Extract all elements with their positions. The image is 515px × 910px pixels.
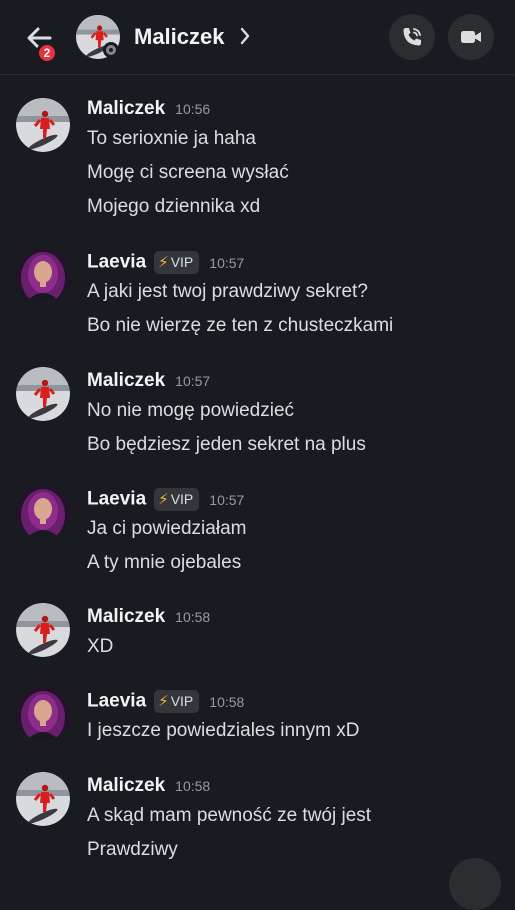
video-camera-icon — [461, 31, 481, 43]
message-line: Mojego dziennika xd — [87, 196, 261, 217]
author-name[interactable]: Laevia — [87, 489, 146, 510]
unread-badge: 2 — [36, 42, 58, 64]
avatar[interactable] — [16, 772, 70, 826]
avatar[interactable] — [16, 98, 70, 152]
offline-status-icon — [103, 42, 119, 58]
message-line: Mogę ci screena wysłać — [87, 162, 289, 183]
timestamp: 10:58 — [175, 778, 211, 794]
message-line: XD — [87, 636, 114, 657]
message-line: Prawdziwy — [87, 839, 178, 860]
message-header: Maliczek 10:57 — [87, 370, 210, 392]
author-name[interactable]: Laevia — [87, 691, 146, 712]
message-line: To serioxnie ja haha — [87, 128, 256, 149]
message-line: A ty mnie ojebales — [87, 552, 242, 573]
message-line: Bo nie wierzę ze ten z chusteczkami — [87, 315, 394, 336]
chat-header: 2 Maliczek — [0, 0, 515, 75]
avatar[interactable] — [16, 248, 70, 302]
avatar[interactable] — [16, 367, 70, 421]
timestamp: 10:57 — [209, 254, 245, 271]
message-line: Bo będziesz jeden sekret na plus — [87, 434, 366, 455]
lightning-icon: ⚡ — [158, 491, 169, 508]
message-line: I jeszcze powiedziales innym xD — [87, 720, 360, 741]
author-name[interactable]: Maliczek — [87, 606, 165, 627]
lightning-icon: ⚡ — [158, 693, 169, 710]
message-header: Maliczek 10:58 — [87, 606, 210, 628]
author-name[interactable]: Maliczek — [87, 98, 165, 119]
chevron-right-icon[interactable] — [239, 26, 251, 46]
author-name[interactable]: Laevia — [87, 252, 146, 273]
message-line: No nie mogę powiedzieć — [87, 400, 295, 421]
author-name[interactable]: Maliczek — [87, 775, 165, 796]
message-header: Maliczek 10:58 — [87, 775, 210, 797]
message-line: A jaki jest twoj prawdziwy sekret? — [87, 281, 368, 302]
timestamp: 10:57 — [209, 491, 245, 508]
avatar[interactable] — [16, 603, 70, 657]
message-header: Maliczek 10:56 — [87, 98, 210, 120]
timestamp: 10:57 — [175, 373, 211, 389]
timestamp: 10:56 — [175, 101, 211, 117]
timestamp: 10:58 — [175, 609, 211, 625]
video-call-button[interactable] — [448, 14, 494, 60]
author-name[interactable]: Maliczek — [87, 370, 165, 391]
scroll-to-bottom-button[interactable] — [449, 858, 501, 910]
avatar[interactable] — [16, 687, 70, 741]
voice-call-button[interactable] — [389, 14, 435, 60]
message-header: Laevia ⚡ VIP 10:58 — [87, 690, 245, 713]
message-header: Laevia ⚡ VIP 10:57 — [87, 251, 245, 274]
lightning-icon: ⚡ — [158, 254, 169, 271]
message-line: A skąd mam pewność ze twój jest — [87, 805, 372, 826]
vip-badge: ⚡ VIP — [154, 690, 200, 713]
message-line: Ja ci powiedziałam — [87, 518, 247, 539]
voice-call-icon — [403, 28, 421, 46]
timestamp: 10:58 — [209, 693, 245, 710]
vip-badge: ⚡ VIP — [154, 251, 200, 274]
vip-badge: ⚡ VIP — [154, 488, 200, 511]
avatar[interactable] — [16, 485, 70, 539]
channel-title[interactable]: Maliczek — [134, 24, 225, 50]
message-header: Laevia ⚡ VIP 10:57 — [87, 488, 245, 511]
